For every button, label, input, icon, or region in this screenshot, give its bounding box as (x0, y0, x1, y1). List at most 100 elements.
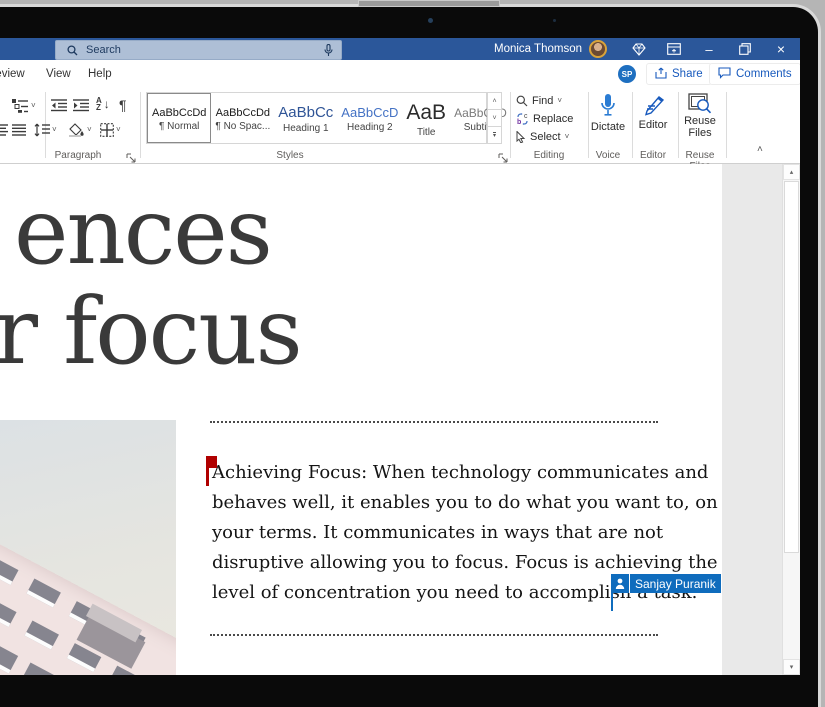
minimize-icon: – (705, 42, 712, 57)
increase-indent-button[interactable] (73, 99, 89, 112)
borders-icon (100, 123, 114, 137)
coauthor-cursor-red-flag (206, 456, 218, 486)
justify-button[interactable] (12, 124, 26, 136)
document-page[interactable]: ences r focus (0, 164, 722, 675)
select-cursor-icon (516, 131, 526, 143)
close-button[interactable]: × (770, 38, 792, 60)
share-button[interactable]: Share (646, 63, 712, 85)
user-name: Monica Thomson (494, 43, 582, 55)
tab-help[interactable]: Help (84, 60, 116, 88)
editing-group-label: Editing (516, 150, 582, 161)
find-icon (516, 95, 528, 107)
style-normal[interactable]: AaBbCcDd ¶ Normal (147, 93, 211, 143)
building-photo (0, 420, 176, 675)
dotted-separator-top (210, 421, 658, 423)
multilevel-list-icon (12, 98, 29, 113)
dotted-separator-bottom (210, 634, 658, 636)
coauthor-person-icon (611, 574, 630, 593)
svg-text:b: b (517, 119, 521, 125)
style-no-spacing[interactable]: AaBbCcDd ¶ No Spac... (211, 93, 274, 143)
coauthor-flag[interactable]: Sanjay Puranik (611, 574, 721, 593)
replace-icon: bc (516, 113, 529, 125)
minimize-button[interactable]: – (698, 38, 720, 60)
share-label: Share (672, 68, 703, 80)
replace-button[interactable]: bc Replace (516, 112, 573, 126)
gallery-more-button[interactable]: ▾ (487, 127, 502, 144)
shading-bucket-icon (68, 123, 85, 137)
search-input[interactable]: Search (55, 40, 342, 60)
paragraph-group-label: Paragraph (40, 150, 116, 161)
chevron-down-icon: ˅ (87, 126, 92, 134)
scroll-up-button[interactable]: ▴ (783, 164, 800, 180)
coauthor-caret (611, 593, 613, 611)
tab-review[interactable]: Review (0, 60, 29, 88)
document-canvas (722, 164, 782, 675)
presence-badge[interactable]: SP (618, 65, 636, 83)
editor-button[interactable]: Editor (632, 93, 674, 131)
editor-group-label: Editor (632, 150, 674, 161)
scrollbar-thumb[interactable] (784, 181, 799, 553)
paragraph-line[interactable]: behaves well, it enables you to do what … (212, 488, 718, 518)
select-button[interactable]: Select ˅ (516, 130, 569, 144)
sort-arrow-icon: ↓ (104, 97, 110, 111)
style-heading1[interactable]: AaBbCc Heading 1 (274, 93, 337, 143)
styles-group-label: Styles (250, 150, 330, 161)
sort-button[interactable]: AZ ↓ (96, 97, 110, 111)
document-area: ences r focus (0, 164, 800, 675)
borders-button[interactable]: ˅ (100, 123, 121, 137)
vertical-scrollbar[interactable]: ▴ ▾ (782, 164, 800, 675)
line-spacing-button[interactable]: ˅ (34, 123, 57, 137)
style-heading2[interactable]: AaBbCcD Heading 2 (337, 93, 402, 143)
chevron-down-icon: ˅ (52, 126, 57, 134)
restore-button[interactable] (734, 38, 756, 60)
gallery-scroll-down-button[interactable]: ˅ (487, 110, 502, 127)
reuse-files-button[interactable]: Reuse Files (678, 93, 722, 139)
find-button[interactable]: Find ˅ (516, 94, 562, 108)
shading-button[interactable]: ˅ (68, 123, 92, 137)
document-heading-line2: r focus (0, 286, 301, 378)
search-placeholder: Search (86, 44, 121, 56)
show-formatting-button[interactable]: ¶ (119, 97, 127, 113)
paragraph-dialog-launcher[interactable] (126, 150, 137, 161)
comments-label: Comments (736, 68, 792, 80)
close-icon: × (777, 41, 785, 57)
voice-search-icon[interactable] (324, 44, 333, 57)
ribbon-tab-row: Review View Help SP Share Comments (0, 60, 800, 88)
tab-view[interactable]: View (42, 60, 75, 88)
increase-indent-icon (73, 99, 89, 112)
chevron-down-icon: ˅ (31, 102, 36, 110)
diamond-icon[interactable] (628, 38, 650, 60)
styles-gallery: AaBbCcDd ¶ Normal AaBbCcDd ¶ No Spac... … (146, 92, 487, 144)
avatar[interactable] (589, 40, 607, 58)
decrease-indent-icon (51, 99, 67, 112)
signed-in-user[interactable]: Monica Thomson (494, 38, 582, 60)
style-title[interactable]: AaB Title (402, 93, 450, 143)
decrease-indent-button[interactable] (51, 99, 67, 112)
multilevel-list-button[interactable]: ˅ (12, 98, 36, 113)
styles-dialog-launcher[interactable] (498, 150, 509, 161)
paragraph-line[interactable]: your terms. It communicates in ways that… (212, 518, 663, 548)
justify-icon (12, 124, 26, 136)
align-center-icon (0, 124, 8, 136)
ribbon: ˅ ˅ AZ ↓ ¶ ˅ ˅ (0, 88, 800, 164)
dictate-button[interactable]: Dictate (588, 93, 628, 133)
coauthor-name: Sanjay Puranik (630, 574, 721, 593)
collapse-ribbon-button[interactable]: ˄ (757, 144, 763, 155)
background-object (358, 0, 500, 7)
ribbon-display-options-icon[interactable] (663, 38, 685, 60)
building-shape (0, 538, 176, 675)
editor-pencil-icon (640, 93, 666, 119)
share-icon (655, 67, 667, 82)
collapse-ribbon-icon: ˄ (757, 144, 763, 155)
sensor-dot-icon (553, 19, 556, 22)
paragraph-line[interactable]: Achieving Focus: When technology communi… (212, 458, 708, 488)
chevron-down-icon: ˅ (557, 97, 562, 105)
align-center-button[interactable] (0, 124, 8, 136)
svg-text:c: c (524, 113, 528, 120)
gallery-scroll-up-button[interactable]: ˄ (487, 92, 502, 110)
comments-button[interactable]: Comments (709, 63, 800, 85)
title-bar: Search Monica Thomson – × (0, 38, 800, 60)
scroll-down-button[interactable]: ▾ (783, 659, 800, 675)
chevron-down-icon: ˅ (565, 133, 570, 141)
dictate-microphone-icon (600, 93, 616, 119)
